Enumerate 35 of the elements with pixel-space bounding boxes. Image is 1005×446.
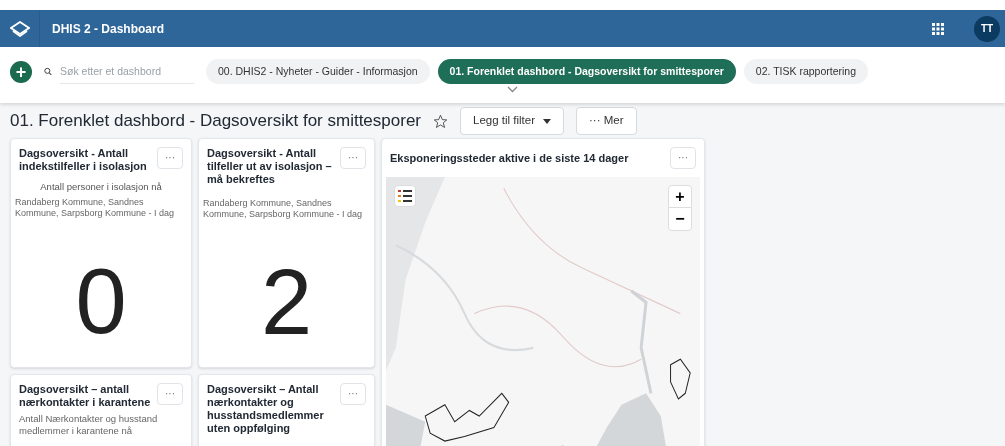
add-dashboard-button[interactable]: + <box>10 60 32 83</box>
item-title: Dagsoversikt - Antall indekstilfeller i isolasjon <box>19 147 148 173</box>
item-subtitle: Antall Nærkontakter og husstand medlemmer i karantene nå <box>18 413 159 437</box>
legend-icon[interactable] <box>394 185 416 207</box>
item-menu-button[interactable]: ··· <box>157 383 183 405</box>
star-icon[interactable] <box>433 113 448 129</box>
more-button[interactable]: ··· Mer <box>576 107 637 135</box>
item-menu-button[interactable]: ··· <box>340 147 366 169</box>
item-menu-button[interactable]: ··· <box>670 147 696 169</box>
dashboard-chip[interactable]: 01. Forenklet dashbord - Dagsoversikt for smittesporer <box>437 59 736 84</box>
item-filter-text: Randaberg Kommune, Sandnes Kommune, Sarpsborg Kommune - I dag <box>203 198 364 220</box>
dashboard-chip[interactable]: 02. TISK rapportering <box>743 59 869 84</box>
item-value: 0 <box>75 255 127 347</box>
item-title: Dagsoversikt – antall nærkontakter i karantene <box>19 383 152 409</box>
item-filter-text: Randaberg Kommune, Sandnes Kommune, Sarpsborg Kommune - I dag <box>15 197 176 219</box>
zoom-in-button[interactable]: + <box>669 186 691 208</box>
item-title: Dagsoversikt – Antall nærkontakter og husstandsmedlemmer uten oppfølging <box>207 383 325 435</box>
zoom-out-button[interactable]: − <box>669 208 691 230</box>
search-field[interactable]: Søk etter et dashbord <box>60 59 194 84</box>
caret-icon <box>543 118 552 124</box>
item-title: Eksponeringssteder aktive i de siste 14 dager <box>390 150 630 166</box>
item-menu-button[interactable]: ··· <box>340 383 366 405</box>
logo-icon <box>9 20 30 37</box>
dashboard-title: 01. Forenklet dashbord - Dagsoversikt for smittesporer <box>10 110 421 133</box>
dashboard-chip[interactable]: 00. DHIS2 - Nyheter - Guider - Informasjon <box>206 59 430 84</box>
search-icon <box>44 66 52 77</box>
app-title: DHIS 2 - Dashboard <box>52 20 165 38</box>
item-title: Dagsoversikt - Antall tilfeller ut av isolasjon – må bekreftes <box>207 147 333 186</box>
chevron-down-icon[interactable] <box>507 86 518 93</box>
add-filter-button[interactable]: Legg til filter <box>460 107 565 135</box>
item-value: 2 <box>260 255 313 348</box>
item-menu-button[interactable]: ··· <box>157 147 183 169</box>
item-subtitle: Antall personer i isolasjon nå <box>40 181 162 193</box>
user-avatar[interactable]: TT <box>974 15 1000 42</box>
apps-grid-icon[interactable] <box>932 22 944 35</box>
